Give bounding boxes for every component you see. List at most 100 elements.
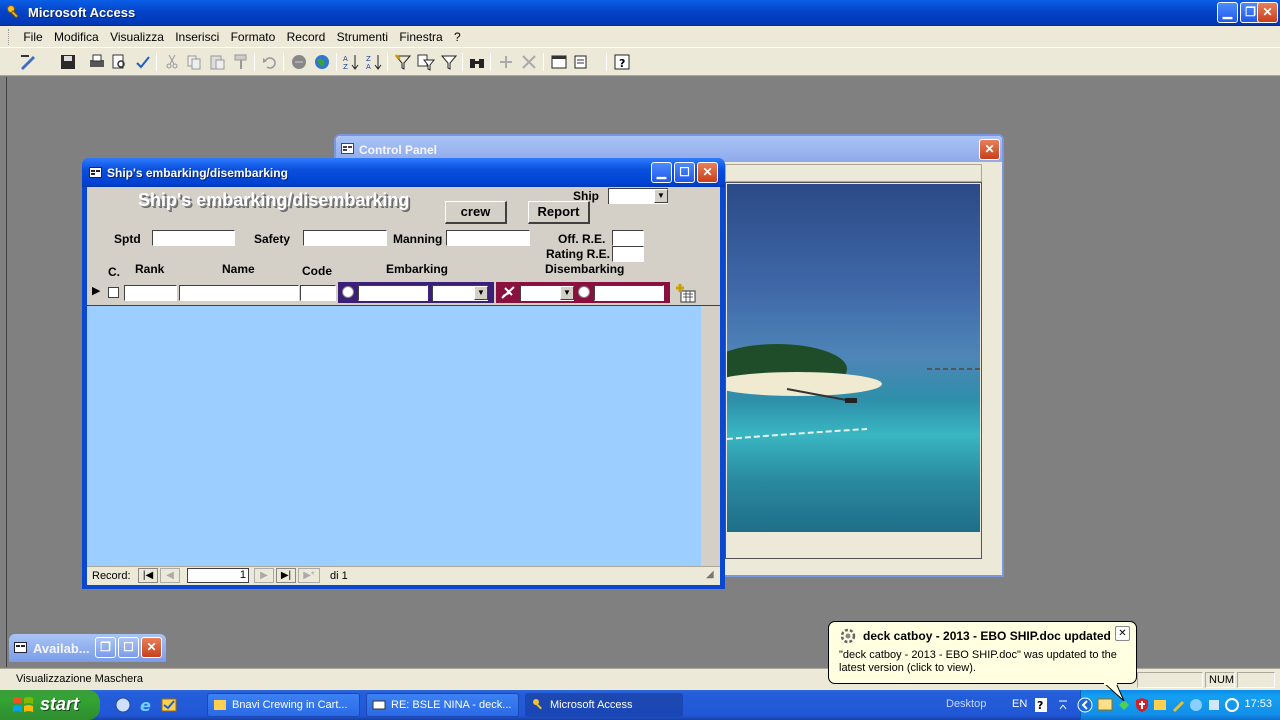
pencil-icon[interactable]: [1170, 697, 1186, 713]
menu-file[interactable]: File: [19, 26, 46, 44]
add-calendar-icon[interactable]: [675, 283, 697, 304]
apply-filter-icon[interactable]: [439, 52, 459, 72]
code-field[interactable]: [300, 285, 336, 301]
internet-explorer-icon[interactable]: e: [138, 696, 156, 714]
manning-field[interactable]: [446, 230, 530, 246]
report-button[interactable]: Report: [528, 201, 590, 224]
task-bnavi-crewing[interactable]: Bnavi Crewing in Cart...: [207, 693, 360, 717]
undo-icon[interactable]: [260, 52, 280, 72]
filter-by-form-icon[interactable]: [416, 52, 436, 72]
chevron-down-icon[interactable]: ▼: [654, 189, 668, 203]
save-icon[interactable]: [58, 52, 78, 72]
print-icon[interactable]: [87, 52, 107, 72]
task-microsoft-access[interactable]: Microsoft Access: [525, 693, 683, 717]
ship-combo[interactable]: ▼: [608, 188, 668, 204]
help-icon[interactable]: ?: [1034, 697, 1048, 713]
sync-icon[interactable]: [1224, 697, 1240, 713]
form-titlebar[interactable]: Ship's embarking/disembarking ▁ ☐ ✕: [82, 158, 725, 187]
name-field[interactable]: [179, 285, 299, 301]
menu-record[interactable]: Record: [283, 26, 330, 44]
first-record-button[interactable]: |◀: [138, 568, 158, 583]
svg-text:?: ?: [619, 57, 625, 70]
crew-button[interactable]: crew: [445, 201, 507, 224]
outlook-icon[interactable]: [160, 696, 178, 714]
disembark-radio[interactable]: [578, 286, 590, 298]
print-preview-icon[interactable]: [109, 52, 129, 72]
menu-finestra[interactable]: Finestra: [395, 26, 446, 44]
security-shield-icon[interactable]: [1134, 697, 1150, 713]
plane-icon[interactable]: [499, 284, 517, 301]
filter-by-selection-icon[interactable]: [393, 52, 413, 72]
disembark-date-field[interactable]: [594, 285, 664, 301]
chevron-down-icon[interactable]: ▼: [474, 286, 488, 300]
embark-port-combo[interactable]: ▼: [432, 285, 488, 301]
next-record-button[interactable]: ▶: [254, 568, 274, 583]
hyperlink-icon[interactable]: [289, 52, 309, 72]
outlook-icon[interactable]: [1152, 697, 1168, 713]
menu-formato[interactable]: Formato: [227, 26, 280, 44]
resize-grip-icon[interactable]: ◢: [706, 569, 714, 580]
menu-inserisci[interactable]: Inserisci: [171, 26, 223, 44]
last-record-button[interactable]: ▶|: [276, 568, 296, 583]
quicklaunch-settings-icon[interactable]: [114, 696, 132, 714]
close-button[interactable]: ✕: [1257, 2, 1278, 23]
language-indicator[interactable]: EN: [1012, 698, 1027, 710]
record-number-field[interactable]: 1: [187, 568, 249, 583]
task-re-bsle-nina[interactable]: RE: BSLE NINA - deck...: [366, 693, 519, 717]
vertical-scrollbar[interactable]: [701, 306, 720, 566]
rank-field[interactable]: [124, 285, 177, 301]
tray-app-icon[interactable]: [1188, 697, 1204, 713]
sort-ascending-icon[interactable]: AZ: [341, 52, 361, 72]
disembark-port-combo[interactable]: ▼: [520, 285, 574, 301]
rating-re-field[interactable]: [612, 246, 644, 262]
toolbar-separator: [490, 53, 491, 71]
database-window-icon[interactable]: [549, 52, 569, 72]
tray-app-icon[interactable]: [1206, 697, 1222, 713]
sort-descending-icon[interactable]: ZA: [364, 52, 384, 72]
show-hidden-icons-icon[interactable]: [1077, 697, 1093, 713]
record-selector-icon[interactable]: ▶: [92, 284, 100, 297]
off-re-field[interactable]: [612, 230, 644, 246]
new-object-icon[interactable]: [572, 52, 592, 72]
copy-icon[interactable]: [184, 52, 204, 72]
input-options-icon[interactable]: [1056, 697, 1070, 713]
notification-balloon[interactable]: deck catboy - 2013 - EBO SHIP.doc update…: [828, 621, 1137, 702]
form-minimize-button[interactable]: ▁: [651, 162, 672, 183]
svg-text:Z: Z: [366, 55, 371, 63]
embark-date-field[interactable]: [358, 285, 428, 301]
control-panel-close-button[interactable]: ✕: [979, 139, 1000, 160]
menu-help[interactable]: ?: [450, 26, 465, 44]
format-painter-icon[interactable]: [231, 52, 251, 72]
menu-strumenti[interactable]: Strumenti: [333, 26, 392, 44]
menu-visualizza[interactable]: Visualizza: [106, 26, 168, 44]
new-record-nav-button[interactable]: ▶*: [298, 568, 320, 583]
view-icon[interactable]: [18, 52, 38, 72]
minimize-button[interactable]: ▁: [1217, 2, 1238, 23]
embark-radio[interactable]: [342, 286, 354, 298]
delete-record-icon[interactable]: [519, 52, 539, 72]
desktop-toolbar[interactable]: Desktop: [946, 698, 986, 710]
minimized-maximize-button[interactable]: ☐: [118, 637, 139, 658]
cut-icon[interactable]: [162, 52, 182, 72]
paste-icon[interactable]: [207, 52, 227, 72]
help-icon[interactable]: ?: [612, 52, 632, 72]
balloon-close-icon[interactable]: ✕: [1115, 626, 1130, 641]
minimized-close-button[interactable]: ✕: [141, 637, 162, 658]
minimized-window[interactable]: Availab... ❐ ☐ ✕: [9, 634, 166, 662]
spelling-icon[interactable]: [133, 52, 153, 72]
minimized-restore-button[interactable]: ❐: [95, 637, 116, 658]
prev-record-button[interactable]: ◀: [160, 568, 180, 583]
select-checkbox[interactable]: [108, 287, 119, 298]
web-globe-icon[interactable]: [312, 52, 332, 72]
find-binoculars-icon[interactable]: [467, 52, 487, 72]
sptd-field[interactable]: [152, 230, 235, 246]
chevron-down-icon[interactable]: ▼: [560, 286, 574, 300]
clock[interactable]: 17:53: [1244, 698, 1272, 710]
start-button[interactable]: start: [0, 690, 100, 720]
form-close-button[interactable]: ✕: [697, 162, 718, 183]
new-record-icon[interactable]: [496, 52, 516, 72]
form-maximize-button[interactable]: ☐: [674, 162, 695, 183]
menu-modifica[interactable]: Modifica: [50, 26, 103, 44]
svg-text:e: e: [140, 696, 151, 714]
safety-field[interactable]: [303, 230, 387, 246]
